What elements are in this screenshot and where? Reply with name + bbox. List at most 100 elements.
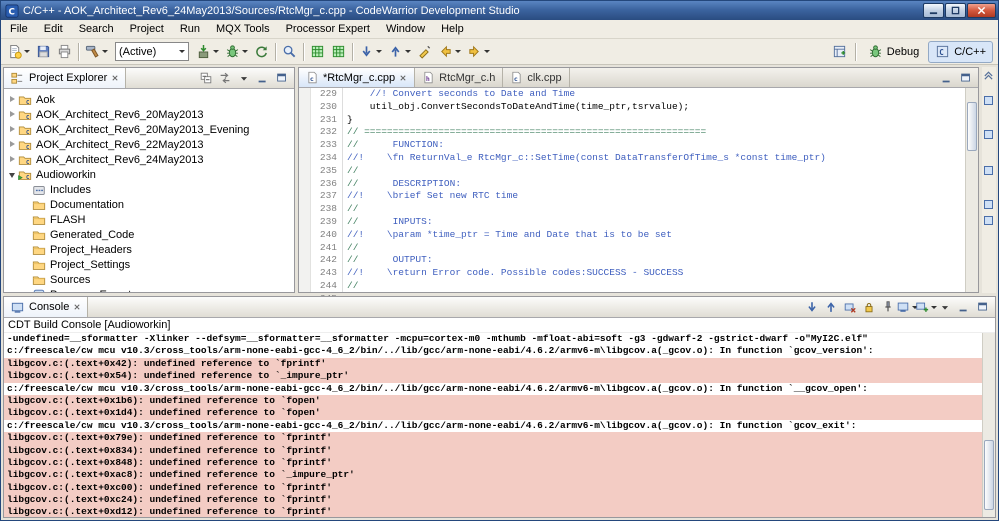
tree-item-aok[interactable]: C Aok: [4, 92, 294, 107]
menu-run[interactable]: Run: [172, 21, 208, 37]
menu-window[interactable]: Window: [378, 21, 433, 37]
console-scrollbar-thumb[interactable]: [984, 439, 994, 510]
console-scrollbar[interactable]: [982, 333, 995, 517]
debug-button[interactable]: [222, 41, 251, 63]
last-edit-location-button[interactable]: [414, 41, 435, 63]
project-explorer-tab[interactable]: Project Explorer: [4, 68, 127, 88]
overview-marker[interactable]: [984, 96, 993, 106]
search-icon: [282, 44, 297, 59]
dropdown-caret-icon: [455, 50, 461, 53]
menu-edit[interactable]: Edit: [36, 21, 71, 37]
flash-programmer-button[interactable]: [193, 41, 222, 63]
minimize-button[interactable]: [938, 69, 956, 87]
menu-processor-expert[interactable]: Processor Expert: [278, 21, 378, 37]
tree-item-aok-architect-rev6-24may2013[interactable]: C AOK_Architect_Rev6_24May2013: [4, 152, 294, 167]
close-view-icon[interactable]: [73, 303, 81, 311]
mqx-stack-usage-button[interactable]: [328, 41, 349, 63]
editor-scrollbar[interactable]: [965, 88, 978, 292]
view-menu-button[interactable]: [235, 69, 253, 87]
close-tab-icon[interactable]: [399, 74, 407, 82]
editor-tab-label: clk.cpp: [527, 71, 562, 84]
tree-item-project-settings[interactable]: Project_Settings: [4, 257, 294, 272]
forward-button[interactable]: [464, 41, 493, 63]
tree-item-processorexpert-pe[interactable]: ProcessorExpert.pe: [4, 287, 294, 292]
overview-marker[interactable]: [984, 166, 993, 176]
previous-error-button[interactable]: [822, 298, 840, 316]
tree-item-sources[interactable]: Sources: [4, 272, 294, 287]
title-bar[interactable]: C C/C++ - AOK_Architect_Rev6_24May2013/S…: [1, 1, 998, 20]
close-button[interactable]: [967, 3, 996, 18]
maximize-button[interactable]: [273, 69, 291, 87]
maximize-button[interactable]: [974, 298, 992, 316]
next-annotation-button[interactable]: [356, 41, 385, 63]
build-button[interactable]: [82, 41, 111, 63]
next-error-button[interactable]: [803, 298, 821, 316]
search-button[interactable]: [279, 41, 300, 63]
perspective-cpp-button[interactable]: C C/C++: [928, 40, 993, 63]
view-menu-button[interactable]: [936, 298, 954, 316]
code-editor[interactable]: //! Convert seconds to Date and Time uti…: [343, 88, 965, 292]
active-config-select[interactable]: (Active): [115, 42, 189, 61]
flash-programmer-icon: [196, 44, 211, 59]
editor-tab-rtcmgr-c-cpp[interactable]: c *RtcMgr_c.cpp: [299, 68, 416, 87]
tree-item-aok-architect-rev6-20may2013[interactable]: C AOK_Architect_Rev6_20May2013: [4, 107, 294, 122]
tree-twisty-icon[interactable]: [8, 167, 18, 182]
collapse-all-button[interactable]: [197, 69, 215, 87]
console-output[interactable]: -undefined=__sformatter -Xlinker --defsy…: [4, 333, 995, 517]
tree-item-includes[interactable]: Includes: [4, 182, 294, 197]
tree-item-flash[interactable]: FLASH: [4, 212, 294, 227]
open-perspective-button[interactable]: [829, 41, 850, 63]
open-console-button[interactable]: [916, 298, 937, 316]
editor-tab-rtcmgr-c-h[interactable]: h RtcMgr_c.h: [415, 68, 504, 87]
mqx-task-summary-button[interactable]: [307, 41, 328, 63]
tree-twisty-icon[interactable]: [8, 137, 18, 152]
tree-twisty-icon[interactable]: [8, 122, 18, 137]
code-line: //! Convert seconds to Date and Time: [347, 88, 965, 101]
overview-marker[interactable]: [984, 130, 993, 140]
pin-console-icon: [881, 300, 895, 314]
tree-twisty-icon[interactable]: [8, 152, 18, 167]
editor-pane: c *RtcMgr_c.cpp h RtcMgr_c.h c clk.cpp 229 230…: [298, 67, 979, 304]
svg-text:C: C: [26, 145, 29, 151]
perspective-debug-button[interactable]: Debug: [861, 41, 926, 63]
minimize-button[interactable]: [254, 69, 272, 87]
menu-mqx-tools[interactable]: MQX Tools: [208, 21, 278, 37]
overview-marker[interactable]: [984, 216, 993, 226]
link-with-editor-button[interactable]: [216, 69, 234, 87]
maximize-button[interactable]: [945, 3, 966, 18]
scroll-lock-button[interactable]: [860, 298, 878, 316]
previous-annotation-icon: [388, 44, 403, 59]
tree-item-aok-architect-rev6-20may2013-evening[interactable]: C AOK_Architect_Rev6_20May2013_Evening: [4, 122, 294, 137]
tree-item-documentation[interactable]: Documentation: [4, 197, 294, 212]
back-button[interactable]: [435, 41, 464, 63]
minimize-button[interactable]: [955, 298, 973, 316]
minimize-button[interactable]: [923, 3, 944, 18]
overview-marker[interactable]: [984, 200, 993, 210]
project-icon: C: [18, 153, 32, 167]
print-button[interactable]: [54, 41, 75, 63]
save-button[interactable]: [33, 41, 54, 63]
maximize-button[interactable]: [957, 69, 975, 87]
editor-tab-clk-cpp[interactable]: c clk.cpp: [503, 68, 570, 87]
editor-scrollbar-thumb[interactable]: [967, 102, 977, 152]
tree-item-project-headers[interactable]: Project_Headers: [4, 242, 294, 257]
close-view-icon[interactable]: [111, 74, 119, 82]
new-wizard-button[interactable]: [4, 41, 33, 63]
menu-file[interactable]: File: [2, 21, 36, 37]
previous-annotation-button[interactable]: [385, 41, 414, 63]
pin-console-button[interactable]: [879, 298, 897, 316]
clear-console-button[interactable]: [841, 298, 859, 316]
display-selected-console-button[interactable]: [897, 298, 918, 316]
tree-item-audioworkin[interactable]: C Audioworkin: [4, 167, 294, 182]
menu-help[interactable]: Help: [433, 21, 472, 37]
tree-item-aok-architect-rev6-22may2013[interactable]: C AOK_Architect_Rev6_22May2013: [4, 137, 294, 152]
tree-twisty-icon[interactable]: [8, 107, 18, 122]
menu-search[interactable]: Search: [71, 21, 122, 37]
tree-item-generated-code[interactable]: Generated_Code: [4, 227, 294, 242]
refresh-button[interactable]: [251, 41, 272, 63]
menu-project[interactable]: Project: [122, 21, 172, 37]
console-tab[interactable]: Console: [4, 297, 89, 317]
tree-twisty-icon[interactable]: [8, 92, 18, 107]
